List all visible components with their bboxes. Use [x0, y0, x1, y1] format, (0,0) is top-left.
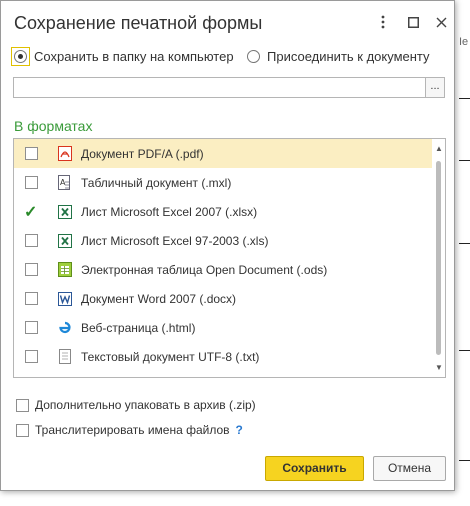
text-doc-icon [57, 349, 72, 364]
format-label: Табличный документ (.mxl) [81, 175, 232, 190]
folder-path-input[interactable] [13, 77, 426, 98]
format-checkbox[interactable] [25, 321, 38, 334]
formats-scrollbar[interactable]: ▲ ▼ [432, 139, 445, 377]
format-label: Лист Microsoft Excel 97-2003 (.xls) [81, 233, 269, 248]
browse-button[interactable]: ... [425, 77, 445, 98]
word-icon [57, 291, 72, 306]
transliterate-option[interactable]: Транслитерировать имена файлов ? [16, 423, 243, 437]
format-item-pdf[interactable]: Документ PDF/A (.pdf) [14, 139, 432, 168]
web-page-icon [57, 320, 72, 335]
attach-to-document-option[interactable]: Присоединить к документу [247, 49, 430, 64]
transliterate-checkbox[interactable] [16, 423, 29, 437]
format-item-ods[interactable]: Электронная таблица Open Document (.ods) [14, 255, 432, 284]
format-item-xls[interactable]: Лист Microsoft Excel 97-2003 (.xls) [14, 226, 432, 255]
cancel-button[interactable]: Отмена [373, 456, 446, 481]
spreadsheet-doc-icon: A [57, 175, 72, 190]
background-window-fragment: Iе [456, 0, 470, 506]
scroll-up-icon[interactable]: ▲ [435, 144, 443, 153]
format-checkbox[interactable] [25, 234, 38, 247]
format-label: Лист Microsoft Excel 2007 (.xlsx) [81, 204, 258, 219]
save-to-folder-label: Сохранить в папку на компьютер [34, 49, 234, 64]
pdf-icon [57, 146, 72, 161]
attach-to-document-label: Присоединить к документу [267, 49, 430, 64]
dialog-title: Сохранение печатной формы [14, 13, 263, 33]
background-divider [459, 350, 470, 351]
excel-icon [57, 233, 72, 248]
format-label: Документ Word 2007 (.docx) [81, 291, 237, 306]
save-print-form-dialog: Сохранение печатной формы Сохранить в па… [0, 0, 455, 491]
save-to-folder-option[interactable]: Сохранить в папку на компьютер [11, 47, 234, 66]
format-label: Электронная таблица Open Document (.ods) [81, 262, 328, 277]
kebab-menu-icon[interactable] [373, 11, 393, 33]
format-item-txt[interactable]: Текстовый документ UTF-8 (.txt) [14, 342, 432, 371]
zip-archive-checkbox[interactable] [16, 398, 29, 412]
format-checkbox[interactable] [25, 292, 38, 305]
format-checkbox[interactable] [25, 350, 38, 363]
ods-icon [57, 262, 72, 277]
svg-text:A: A [60, 178, 66, 187]
format-item-html[interactable]: Веб-страница (.html) [14, 313, 432, 342]
scroll-down-icon[interactable]: ▼ [435, 363, 443, 372]
format-checkbox[interactable] [25, 263, 38, 276]
format-item-mxl[interactable]: A Табличный документ (.mxl) [14, 168, 432, 197]
transliterate-label: Транслитерировать имена файлов [35, 423, 230, 437]
format-label: Текстовый документ UTF-8 (.txt) [81, 349, 260, 364]
background-divider [459, 160, 470, 161]
checkmark-icon[interactable]: ✓ [24, 202, 37, 222]
format-label: Документ PDF/A (.pdf) [81, 146, 204, 161]
attach-to-document-radio[interactable] [247, 50, 260, 63]
formats-heading: В форматах [14, 118, 93, 134]
format-checkbox[interactable] [25, 176, 38, 189]
format-label: Веб-страница (.html) [81, 320, 196, 335]
scroll-thumb[interactable] [436, 161, 441, 355]
zip-archive-option[interactable]: Дополнительно упаковать в архив (.zip) [16, 398, 256, 412]
format-item-docx[interactable]: Документ Word 2007 (.docx) [14, 284, 432, 313]
save-button[interactable]: Сохранить [265, 456, 364, 481]
help-icon[interactable]: ? [236, 423, 243, 437]
save-to-folder-radio[interactable] [14, 50, 27, 63]
maximize-icon[interactable] [403, 11, 423, 33]
focus-frame [11, 47, 30, 66]
format-checkbox[interactable] [25, 147, 38, 160]
format-item-xlsx[interactable]: ✓ Лист Microsoft Excel 2007 (.xlsx) [14, 197, 432, 226]
close-icon[interactable] [431, 11, 451, 33]
background-divider [459, 460, 470, 461]
zip-archive-label: Дополнительно упаковать в архив (.zip) [35, 398, 256, 412]
formats-list: Документ PDF/A (.pdf) A Табличный докуме… [13, 138, 446, 378]
background-text: Iе [459, 36, 469, 48]
background-divider [459, 98, 470, 99]
excel-icon [57, 204, 72, 219]
radio-selected-dot [18, 54, 23, 59]
background-divider [459, 243, 470, 244]
